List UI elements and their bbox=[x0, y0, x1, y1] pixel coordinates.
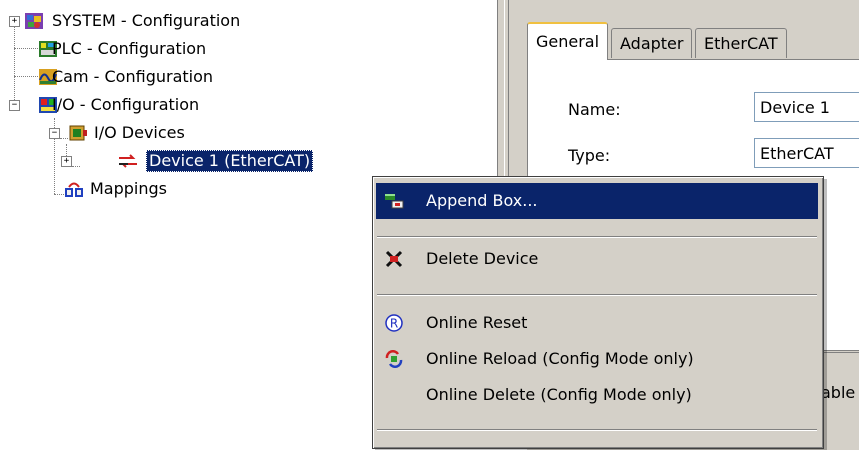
menu-item-append-box[interactable]: Append Box... bbox=[376, 183, 818, 219]
type-field: EtherCAT bbox=[754, 138, 859, 168]
menu-item-online-reload[interactable]: Online Reload (Config Mode only) bbox=[376, 341, 818, 377]
menu-item-label: Delete Device bbox=[426, 249, 539, 268]
append-box-icon bbox=[385, 194, 404, 209]
tree-item-label: PLC - Configuration bbox=[52, 39, 207, 58]
tree-item-label: Cam - Configuration bbox=[52, 67, 214, 86]
expand-icon[interactable]: + bbox=[9, 16, 20, 27]
collapse-icon[interactable]: − bbox=[49, 128, 60, 139]
online-reload-icon bbox=[385, 350, 403, 368]
expand-icon[interactable]: + bbox=[61, 156, 72, 167]
name-label: Name: bbox=[568, 100, 621, 119]
tree-item-label: I/O Devices bbox=[94, 123, 185, 142]
tree-item-device-1-ethercat[interactable]: + Device 1 (EtherCAT) bbox=[0, 150, 400, 172]
tab-ethercat[interactable]: EtherCAT bbox=[695, 28, 787, 58]
mappings-icon bbox=[65, 182, 83, 197]
clipped-label: able bbox=[821, 383, 856, 402]
menu-item-label: Online Reload (Config Mode only) bbox=[426, 349, 694, 368]
collapse-icon[interactable]: − bbox=[9, 100, 20, 111]
tree-item-label: I/O - Configuration bbox=[52, 95, 200, 114]
tab-strip: General Adapter EtherCAT bbox=[527, 22, 859, 60]
menu-separator bbox=[377, 429, 817, 431]
tree-item-label: Mappings bbox=[90, 179, 167, 198]
menu-item-label: Online Delete (Config Mode only) bbox=[426, 385, 692, 404]
svg-text:R: R bbox=[390, 317, 398, 331]
context-menu: Append Box... Delete Device R Online Res… bbox=[372, 176, 824, 449]
tree-item-label: SYSTEM - Configuration bbox=[52, 11, 241, 30]
ethercat-device-icon bbox=[119, 154, 137, 168]
menu-item-delete-device[interactable]: Delete Device bbox=[376, 241, 818, 277]
name-field[interactable]: Device 1 bbox=[754, 92, 859, 122]
io-devices-icon bbox=[69, 125, 87, 141]
tree-item-mappings[interactable]: Mappings bbox=[0, 178, 360, 200]
tree-item-cam-configuration[interactable]: Cam - Configuration bbox=[0, 66, 360, 88]
delete-device-icon bbox=[385, 250, 403, 268]
menu-separator bbox=[377, 236, 817, 238]
menu-item-online-delete[interactable]: Online Delete (Config Mode only) bbox=[376, 377, 818, 413]
online-reset-icon: R bbox=[385, 314, 403, 332]
tree-item-io-configuration[interactable]: − I/O - Configuration bbox=[0, 94, 360, 116]
tab-adapter[interactable]: Adapter bbox=[611, 28, 693, 58]
tree-item-io-devices[interactable]: − I/O Devices bbox=[0, 122, 360, 144]
menu-separator bbox=[377, 294, 817, 296]
menu-item-label: Append Box... bbox=[426, 191, 538, 210]
tree-item-label-selected: Device 1 (EtherCAT) bbox=[146, 150, 314, 172]
type-label: Type: bbox=[568, 146, 611, 165]
system-config-icon bbox=[25, 13, 43, 29]
menu-item-label: Online Reset bbox=[426, 313, 528, 332]
tree-item-plc-configuration[interactable]: PLC - Configuration bbox=[0, 38, 360, 60]
menu-item-online-reset[interactable]: R Online Reset bbox=[376, 305, 818, 341]
tab-general[interactable]: General bbox=[527, 22, 609, 60]
tree-item-system-configuration[interactable]: + SYSTEM - Configuration bbox=[0, 10, 360, 32]
